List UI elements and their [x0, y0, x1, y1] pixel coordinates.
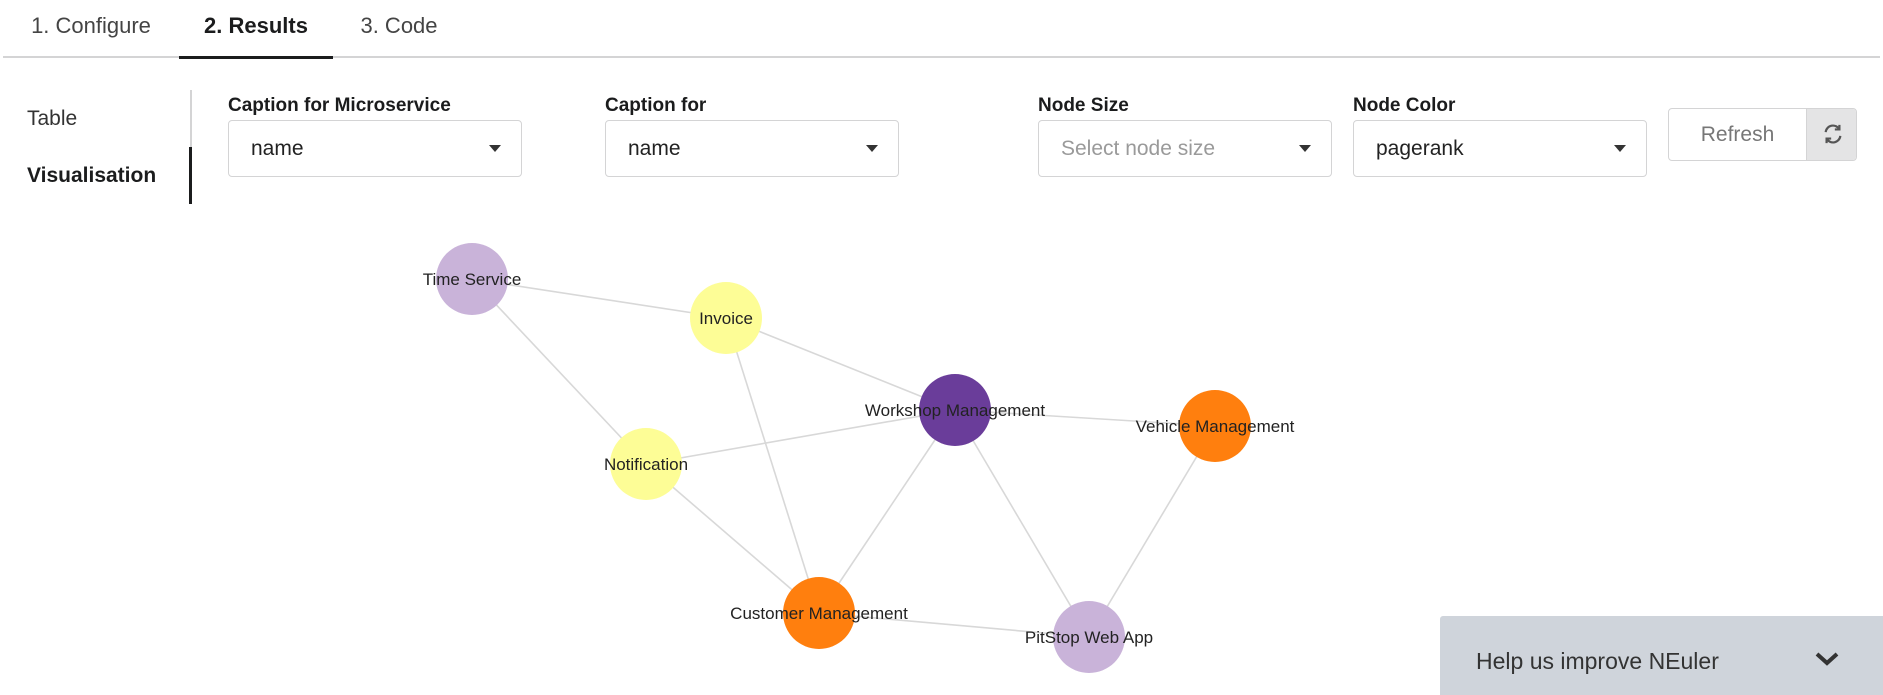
caption-microservice-value: name [251, 137, 304, 160]
caption-microservice-field: Caption for Microservice name [228, 94, 522, 177]
caption-frontend-dropdown[interactable]: name [605, 120, 899, 177]
refresh-icon [1806, 109, 1856, 160]
side-item-table[interactable]: Table [0, 90, 192, 147]
tab-code[interactable]: 3. Code [333, 0, 465, 58]
graph-node-pitstop[interactable]: PitStop Web App [1025, 601, 1153, 673]
node-color-value: pagerank [1376, 137, 1464, 160]
node-size-label: Node Size [1038, 95, 1129, 116]
graph-edge [725, 317, 956, 411]
tab-results[interactable]: 2. Results [179, 0, 333, 59]
graph-node-label: Customer Management [730, 604, 908, 623]
dropdown-caret-icon [489, 145, 501, 152]
graph-node-time[interactable]: Time Service [423, 243, 522, 315]
graph-edge [1088, 425, 1216, 638]
node-size-dropdown[interactable]: Select node size [1038, 120, 1332, 177]
chevron-down-icon[interactable] [1813, 650, 1841, 668]
graph-node-label: Workshop Management [865, 401, 1045, 420]
dropdown-caret-icon [1299, 145, 1311, 152]
caption-frontend-field: Caption for FrontEndMicroservice name [605, 94, 899, 177]
results-tabs: 1. Configure 2. Results 3. Code [3, 0, 1880, 59]
caption-frontend-value: name [628, 137, 681, 160]
graph-edge [954, 409, 1090, 638]
node-size-field: Node Size Select node size [1038, 94, 1332, 177]
graph-node-label: PitStop Web App [1025, 628, 1153, 647]
results-side-menu: Table Visualisation [0, 90, 192, 205]
feedback-label: Help us improve NEuler [1476, 648, 1719, 674]
graph-node-vehicle[interactable]: Vehicle Management [1136, 390, 1295, 462]
graph-node-label: Time Service [423, 270, 522, 289]
dropdown-caret-icon [866, 145, 878, 152]
caption-frontend-label: Caption for FrontEndMicroservice [605, 95, 806, 140]
node-size-placeholder: Select node size [1061, 137, 1216, 160]
graph-node-label: Invoice [699, 309, 753, 328]
refresh-label: Refresh [1700, 123, 1775, 146]
feedback-panel[interactable]: Help us improve NEuler [1440, 616, 1883, 695]
graph-node-invoice[interactable]: Invoice [690, 282, 762, 354]
side-item-visualisation[interactable]: Visualisation [0, 147, 192, 204]
tab-configure[interactable]: 1. Configure [3, 0, 179, 58]
graph-edge [818, 409, 956, 614]
dropdown-caret-icon [1614, 145, 1626, 152]
caption-microservice-dropdown[interactable]: name [228, 120, 522, 177]
caption-microservice-label: Caption for Microservice [228, 95, 451, 116]
graph-node-customer[interactable]: Customer Management [730, 577, 908, 649]
graph-node-label: Notification [604, 455, 688, 474]
graph-edge [471, 278, 647, 465]
node-color-dropdown[interactable]: pagerank [1353, 120, 1647, 177]
graph-node-label: Vehicle Management [1136, 417, 1295, 436]
node-color-label: Node Color [1353, 95, 1456, 116]
refresh-button[interactable]: Refresh [1668, 108, 1857, 161]
node-color-field: Node Color pagerank [1353, 94, 1647, 177]
graph-edge [725, 317, 820, 614]
